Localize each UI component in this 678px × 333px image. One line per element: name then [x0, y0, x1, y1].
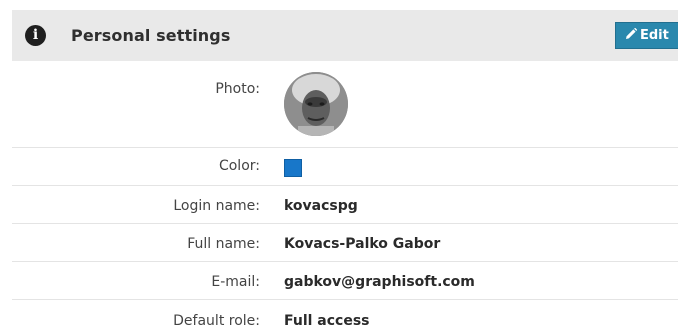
panel-title: Personal settings [71, 26, 231, 45]
login-name-value: kovacspg [284, 198, 358, 214]
photo-row: Photo: [12, 61, 678, 148]
default-role-value: Full access [284, 313, 370, 329]
full-name-value: Kovacs-Palko Gabor [284, 236, 441, 252]
edit-button-label: Edit [640, 28, 669, 43]
info-icon-glyph: i [32, 27, 39, 43]
default-role-label: Default role: [173, 313, 260, 329]
default-role-row: Default role: Full access [12, 300, 678, 333]
login-name-row: Login name: kovacspg [12, 186, 678, 224]
login-name-label: Login name: [173, 198, 260, 214]
avatar[interactable] [284, 72, 348, 136]
color-label: Color: [218, 158, 260, 174]
personal-settings-panel: i Personal settings Edit Photo: Color: L… [0, 0, 678, 333]
email-label: E-mail: [211, 274, 260, 290]
info-icon: i [25, 25, 46, 46]
edit-button[interactable]: Edit [615, 22, 678, 49]
color-swatch[interactable] [284, 159, 302, 177]
photo-label: Photo: [215, 81, 260, 97]
full-name-row: Full name: Kovacs-Palko Gabor [12, 224, 678, 262]
avatar-image [284, 72, 348, 136]
email-value: gabkov@graphisoft.com [284, 274, 475, 290]
email-row: E-mail: gabkov@graphisoft.com [12, 262, 678, 300]
color-row: Color: [12, 148, 678, 186]
pencil-icon [626, 28, 637, 39]
panel-header: i Personal settings Edit [12, 10, 678, 61]
full-name-label: Full name: [187, 236, 260, 252]
